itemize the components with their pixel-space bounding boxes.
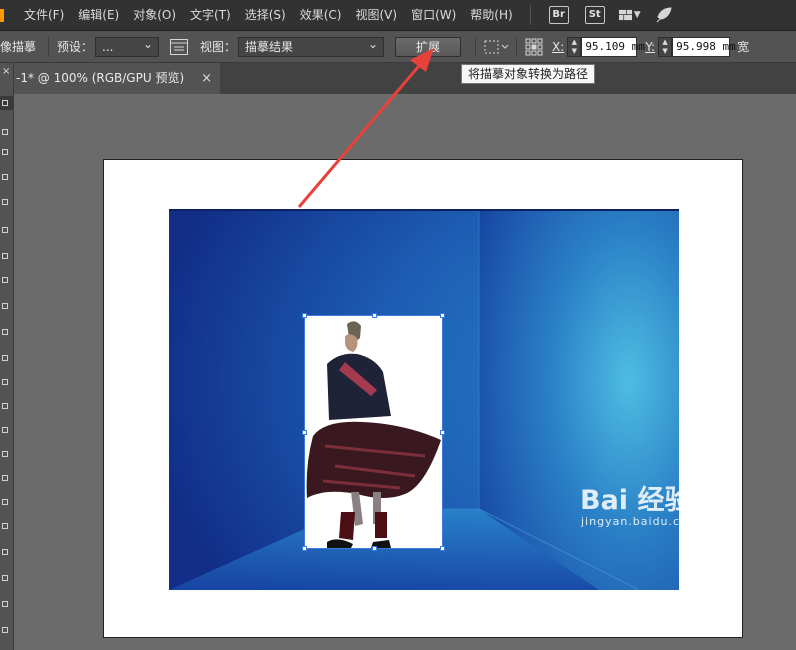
selected-trace-object[interactable]: [302, 313, 445, 551]
reference-point-icon[interactable]: [525, 38, 543, 56]
feather-icon[interactable]: [655, 6, 673, 24]
bridge-icon[interactable]: Br: [548, 6, 569, 24]
expand-button[interactable]: 扩展: [395, 36, 462, 57]
eraser-tool-icon[interactable]: [0, 351, 13, 365]
type-tool-icon[interactable]: [0, 223, 13, 237]
menu-view[interactable]: 视图(V): [348, 0, 404, 31]
app-logo-icon: [0, 0, 9, 31]
workspace-layout-icon[interactable]: ▼: [618, 7, 641, 23]
resize-handle[interactable]: [372, 313, 377, 318]
control-separator: [48, 36, 50, 57]
selection-tool-icon[interactable]: [0, 96, 13, 110]
preset-value: ...: [102, 39, 114, 54]
view-select[interactable]: 描摹结果: [238, 35, 385, 57]
menu-bar: 文件(F) 编辑(E) 对象(O) 文字(T) 选择(S) 效果(C) 视图(V…: [0, 0, 796, 31]
preset-label: 预设：: [57, 40, 94, 54]
menu-effect[interactable]: 效果(C): [293, 0, 349, 31]
document-tab-bar: -1* @ 100% (RGB/GPU 预览) ×: [14, 63, 796, 94]
symbol-sprayer-tool-icon[interactable]: [0, 623, 13, 637]
menu-file[interactable]: 文件(F): [17, 0, 71, 31]
resize-handle[interactable]: [302, 546, 307, 551]
expand-tooltip: 将描摹对象转换为路径: [461, 64, 596, 84]
width-tool-icon[interactable]: [0, 423, 13, 437]
y-field[interactable]: 95.998 mm: [672, 36, 736, 57]
y-stepper[interactable]: ▲ ▼: [658, 36, 673, 57]
menu-object[interactable]: 对象(O): [126, 0, 183, 31]
menu-type[interactable]: 文字(T): [183, 0, 238, 31]
y-label: Y:: [645, 39, 656, 54]
mesh-tool-icon[interactable]: [0, 519, 13, 533]
magic-wand-tool-icon[interactable]: [0, 145, 13, 159]
x-field[interactable]: 95.109 mm: [581, 36, 645, 57]
resize-handle[interactable]: [440, 430, 445, 435]
menu-select[interactable]: 选择(S): [238, 0, 293, 31]
chevron-down-icon: ▼: [633, 10, 641, 20]
rectangle-tool-icon[interactable]: [0, 273, 13, 287]
panel-title: 像描摹: [0, 40, 37, 54]
document-tab[interactable]: -1* @ 100% (RGB/GPU 预览) ×: [14, 63, 220, 94]
artboard[interactable]: [103, 159, 743, 638]
menu-edit[interactable]: 编辑(E): [71, 0, 126, 31]
close-icon[interactable]: ×: [201, 63, 212, 94]
preset-select[interactable]: ...: [95, 35, 160, 57]
x-label: X:: [552, 39, 565, 54]
direct-select-tool-icon[interactable]: [0, 125, 13, 139]
paintbrush-tool-icon[interactable]: [0, 299, 13, 313]
tracing-panel-icon[interactable]: [170, 38, 189, 55]
width-label: 宽: [737, 40, 750, 54]
resize-handle[interactable]: [440, 546, 445, 551]
shape-builder-tool-icon[interactable]: [0, 471, 13, 485]
control-bar: 像描摹 预设： ... 视图： 描摹结果 扩展 X: ▲▼: [0, 31, 796, 63]
view-value: 描摹结果: [245, 39, 294, 54]
blend-tool-icon[interactable]: [0, 597, 13, 611]
menu-separator: [529, 5, 531, 25]
resize-handle[interactable]: [302, 313, 307, 318]
menu-help[interactable]: 帮助(H): [463, 0, 519, 31]
watermark-logo-text: Bai 经验: [580, 485, 692, 516]
align-options-icon[interactable]: [484, 39, 510, 55]
control-separator: [475, 36, 477, 57]
eyedropper-tool-icon[interactable]: [0, 571, 13, 585]
close-icon[interactable]: ×: [2, 66, 10, 77]
menu-window[interactable]: 窗口(W): [404, 0, 463, 31]
pen-tool-icon[interactable]: [0, 195, 13, 209]
pencil-tool-icon[interactable]: [0, 325, 13, 339]
line-tool-icon[interactable]: [0, 249, 13, 263]
dancer-figure-image: [306, 321, 441, 548]
document-tab-title: -1* @ 100% (RGB/GPU 预览): [16, 71, 185, 85]
rotate-tool-icon[interactable]: [0, 375, 13, 389]
watermark-url-text: jingyan.baidu.com: [581, 515, 700, 528]
resize-handle[interactable]: [440, 313, 445, 318]
scale-tool-icon[interactable]: [0, 399, 13, 413]
gradient-tool-icon[interactable]: [0, 545, 13, 559]
view-label: 视图：: [200, 40, 237, 54]
x-stepper[interactable]: ▲ ▼: [567, 36, 582, 57]
resize-handle[interactable]: [302, 430, 307, 435]
tools-panel: ×: [0, 63, 14, 650]
baidu-watermark: Bai 经验 jingyan.baidu.com: [580, 478, 750, 534]
canvas-area[interactable]: [14, 94, 796, 650]
control-separator: [516, 36, 518, 57]
stock-icon[interactable]: St: [584, 6, 605, 24]
resize-handle[interactable]: [372, 546, 377, 551]
perspective-tool-icon[interactable]: [0, 495, 13, 509]
free-transform-tool-icon[interactable]: [0, 447, 13, 461]
lasso-tool-icon[interactable]: [0, 170, 13, 184]
